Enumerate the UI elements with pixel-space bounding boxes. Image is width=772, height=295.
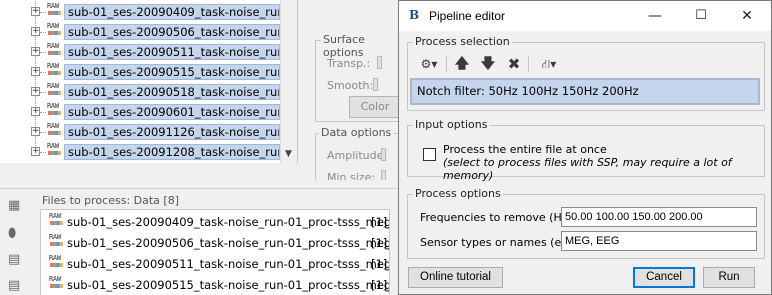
database-tree[interactable]: +RAWsub-01_ses-20090409_task-noise_run-0… [0, 0, 298, 163]
tree-item-label[interactable]: sub-01_ses-20090518_task-noise_run-01_pr… [64, 84, 280, 100]
file-name: sub-01_ses-20090506_task-noise_run-01_pr… [67, 236, 390, 250]
transparency-label: Transp.: [327, 57, 371, 70]
expand-icon[interactable]: + [31, 147, 40, 156]
tree-item-label[interactable]: sub-01_ses-20090511_task-noise_run-01_pr… [64, 44, 280, 60]
expand-icon[interactable]: + [31, 87, 40, 96]
input-options-title: Input options [413, 118, 490, 131]
file-count: [1] [371, 278, 388, 292]
files-to-process-panel: ▦ ⬮ ▤ ▤ Files to process: Data [8] RAW su… [0, 188, 398, 295]
process-entire-file-checkbox[interactable] [423, 148, 436, 161]
tree-item-label[interactable]: sub-01_ses-20090409_task-noise_run-01_pr… [64, 4, 280, 20]
raw-file-icon: RAW [49, 254, 65, 267]
process-data-icon[interactable]: ▦ [8, 199, 24, 213]
process-stack-icon[interactable]: ▤ [8, 253, 24, 267]
window-title: Pipeline editor [429, 9, 506, 23]
file-count: [1] [371, 236, 388, 250]
tree-item[interactable]: + RAWsub-01_ses-20090601_task-noise_run-0… [0, 96, 280, 122]
expand-icon[interactable]: + [31, 127, 40, 136]
delete-icon[interactable]: ✖ [506, 54, 522, 74]
run-button[interactable]: Run [703, 267, 755, 288]
process-toolbar: ⚙▾ 🡅 🡇 ✖ ⛙▾ [410, 53, 760, 75]
raw-file-icon: RAW [47, 62, 63, 75]
process-options-title: Process options [413, 187, 503, 200]
frequencies-input[interactable]: 50.00 100.00 150.00 200.00 [561, 207, 757, 227]
move-down-icon[interactable]: 🡇 [480, 54, 496, 74]
expand-icon[interactable]: + [31, 67, 40, 76]
tree-item[interactable]: + RAWsub-01_ses-20090506_task-noise_run-0… [0, 16, 280, 42]
scroll-down-icon[interactable]: ▼ [285, 149, 292, 159]
frequencies-label: Frequencies to remove (Hz): [420, 211, 576, 224]
raw-file-icon: RAW [47, 102, 63, 115]
smooth-label: Smooth: [327, 79, 374, 92]
process-selection-title: Process selection [413, 35, 512, 48]
process-side-toolbar: ▦ ⬮ ▤ ▤ [0, 189, 32, 295]
file-name: sub-01_ses-20090515_task-noise_run-01_pr… [67, 278, 390, 292]
expand-icon[interactable]: + [31, 27, 40, 36]
tree-item-label[interactable]: sub-01_ses-20090515_task-noise_run-01_pr… [64, 64, 280, 80]
process-entire-file-label[interactable]: Process the entire file at once [443, 143, 607, 156]
process-list[interactable]: Notch filter: 50Hz 100Hz 150Hz 200Hz [410, 78, 760, 105]
raw-file-icon: RAW [47, 22, 63, 35]
tree-item[interactable]: + RAWsub-01_ses-20091126_task-noise_run-0… [0, 116, 280, 142]
raw-file-icon: RAW [49, 212, 65, 225]
process-entire-file-hint: (select to process files with SSP, may r… [443, 156, 732, 182]
online-tutorial-button[interactable]: Online tutorial [408, 267, 503, 288]
pipeline-menu-icon[interactable]: ⛙▾ [536, 54, 562, 74]
tree-item-label[interactable]: sub-01_ses-20090506_task-noise_run-01_pr… [64, 24, 280, 40]
expand-icon[interactable]: + [31, 7, 40, 16]
tree-scrollbar[interactable]: ▼ [280, 0, 297, 163]
tree-item[interactable]: + RAWsub-01_ses-20090511_task-noise_run-0… [0, 36, 280, 62]
file-row[interactable]: RAW sub-01_ses-20090506_task-noise_run-01… [41, 232, 390, 252]
tree-item[interactable]: + RAWsub-01_ses-20090409_task-noise_run-0… [0, 0, 280, 22]
file-row[interactable]: RAW sub-01_ses-20090511_task-noise_run-01… [41, 253, 390, 273]
raw-file-icon: RAW [47, 2, 63, 15]
raw-file-icon: RAW [47, 82, 63, 95]
data-options-title: Data options [319, 126, 394, 139]
tree-item[interactable]: + RAWsub-01_ses-20090518_task-noise_run-0… [0, 76, 280, 102]
raw-file-icon: RAW [47, 42, 63, 55]
color-button[interactable]: Color [349, 96, 400, 118]
amplitude-slider[interactable] [381, 148, 386, 161]
raw-file-icon: RAW [49, 233, 65, 246]
tree-item-label[interactable]: sub-01_ses-20091126_task-noise_run-01_pr… [64, 124, 280, 140]
tree-item[interactable]: + RAWsub-01_ses-20090515_task-noise_run-0… [0, 56, 280, 82]
tree-item[interactable]: + RAWsub-01_ses-20091208_task-noise_run-0… [0, 136, 280, 162]
sensor-types-input[interactable]: MEG, EEG [561, 231, 757, 251]
process-stack2-icon[interactable]: ▤ [8, 279, 24, 293]
smooth-slider[interactable] [373, 78, 378, 91]
surface-options-title: Surface options [321, 33, 400, 59]
file-count: [1] [371, 257, 388, 271]
close-icon[interactable]: ✕ [724, 1, 770, 31]
file-row[interactable]: RAW sub-01_ses-20090409_task-noise_run-01… [41, 211, 390, 231]
selected-process-item[interactable]: Notch filter: 50Hz 100Hz 150Hz 200Hz [411, 79, 759, 104]
display-options-panel: Surface options Transp.: Smooth: Color D… [305, 0, 400, 180]
min-size-label: Min size: [327, 171, 376, 180]
amplitude-label: Amplitude: [327, 149, 388, 162]
process-sources-icon[interactable]: ⬮ [8, 227, 24, 241]
tree-item-label[interactable]: sub-01_ses-20091208_task-noise_run-01_pr… [64, 144, 280, 160]
files-list[interactable]: RAW sub-01_ses-20090409_task-noise_run-01… [40, 209, 390, 295]
gear-menu-icon[interactable]: ⚙▾ [416, 54, 442, 74]
title-bar[interactable]: B Pipeline editor — ☐ ✕ [399, 1, 771, 31]
raw-file-icon: RAW [47, 122, 63, 135]
raw-file-icon: RAW [49, 275, 65, 288]
minimize-icon[interactable]: — [632, 1, 678, 31]
file-name: sub-01_ses-20090511_task-noise_run-01_pr… [67, 257, 390, 271]
maximize-icon[interactable]: ☐ [678, 1, 724, 31]
tree-item-label[interactable]: sub-01_ses-20090601_task-noise_run-01_pr… [64, 104, 280, 120]
transparency-slider[interactable] [377, 56, 382, 69]
file-name: sub-01_ses-20090409_task-noise_run-01_pr… [67, 215, 390, 229]
raw-file-icon: RAW [47, 142, 63, 155]
brainstorm-app-icon: B [409, 8, 420, 22]
files-to-process-title: Files to process: Data [8] [42, 194, 179, 207]
pipeline-editor-window: B Pipeline editor — ☐ ✕ Process selectio… [398, 0, 772, 295]
expand-icon[interactable]: + [31, 47, 40, 56]
file-row[interactable]: RAW sub-01_ses-20090515_task-noise_run-01… [41, 274, 390, 294]
expand-icon[interactable]: + [31, 107, 40, 116]
file-count: [1] [371, 215, 388, 229]
cancel-button[interactable]: Cancel [633, 267, 695, 288]
move-up-icon[interactable]: 🡅 [454, 54, 470, 74]
min-size-slider[interactable] [381, 170, 386, 180]
